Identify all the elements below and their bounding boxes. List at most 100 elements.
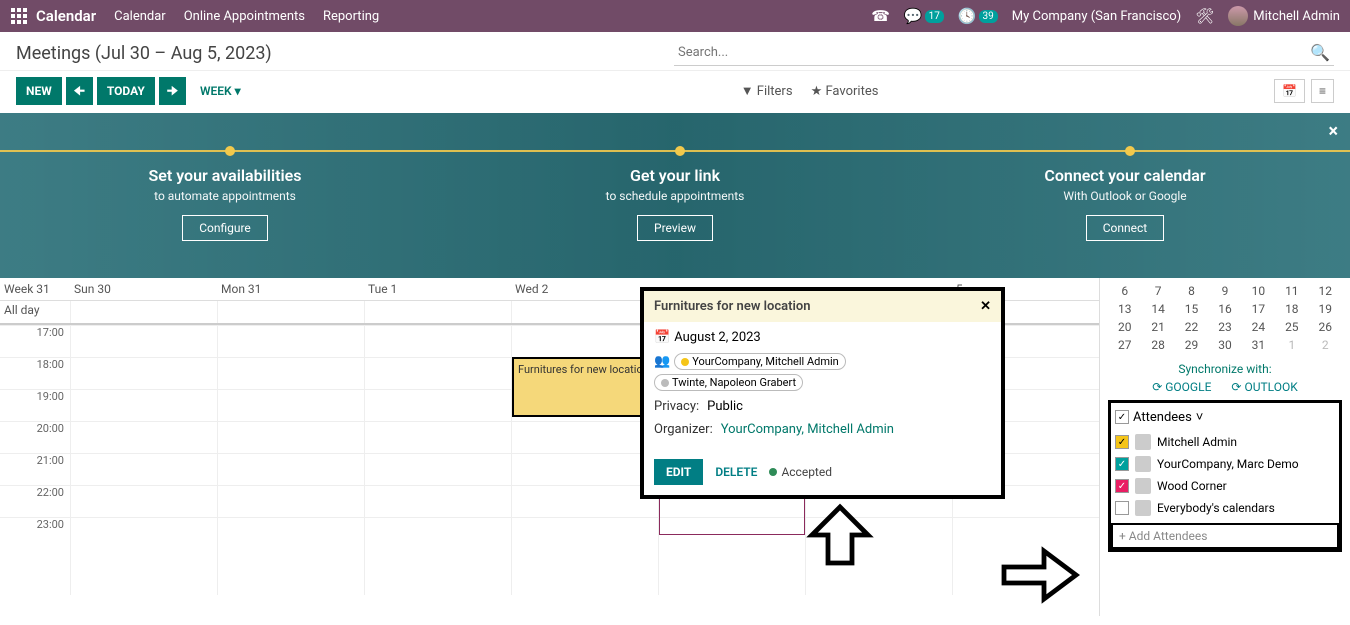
apps-icon[interactable]	[10, 7, 28, 25]
today-button[interactable]: TODAY	[97, 77, 155, 105]
avatar-icon	[1135, 478, 1151, 494]
attendee-row[interactable]: Everybody's calendars	[1115, 497, 1335, 519]
attendees-header[interactable]: ✓ Attendees ˅	[1115, 407, 1335, 431]
attendees-master-checkbox[interactable]: ✓	[1115, 410, 1129, 424]
close-icon[interactable]: ✕	[980, 299, 991, 314]
nav-calendar[interactable]: Calendar	[114, 9, 166, 24]
day-column[interactable]: Furnitures for new location	[511, 325, 658, 595]
nav-online-appointments[interactable]: Online Appointments	[184, 9, 305, 24]
attendee-row[interactable]: ✓ Wood Corner	[1115, 475, 1335, 497]
attendee-tag[interactable]: Twinte, Napoleon Grabert	[654, 374, 803, 391]
attendee-row[interactable]: ✓Mitchell Admin	[1115, 431, 1335, 453]
attendee-row[interactable]: ✓ YourCompany, Marc Demo	[1115, 453, 1335, 475]
view-dropdown[interactable]: WEEK ▾	[200, 84, 241, 98]
attendee-checkbox[interactable]: ✓	[1115, 479, 1129, 493]
user-name: Mitchell Admin	[1253, 9, 1340, 24]
user-avatar-icon	[1228, 6, 1248, 26]
preview-button[interactable]: Preview	[637, 215, 713, 241]
allday-cell[interactable]	[70, 301, 217, 323]
company-selector[interactable]: My Company (San Francisco)	[1012, 9, 1181, 24]
day-header[interactable]: Sun 30	[70, 278, 217, 300]
connect-button[interactable]: Connect	[1086, 215, 1164, 241]
day-header[interactable]: Tue 1	[364, 278, 511, 300]
mini-calendar[interactable]: 6789101112 13141516171819 20212223242526…	[1108, 282, 1342, 354]
day-column[interactable]	[364, 325, 511, 595]
annotation-arrow-right-icon	[1000, 540, 1080, 625]
step-dot-icon	[1125, 146, 1135, 156]
banner-sub: With Outlook or Google	[900, 189, 1350, 203]
attendee-checkbox[interactable]	[1115, 501, 1129, 515]
activity-icon[interactable]: 🕓39	[958, 7, 998, 25]
search-input[interactable]	[674, 40, 1334, 66]
side-panel: 6789101112 13141516171819 20212223242526…	[1100, 278, 1350, 616]
organizer-label: Organizer:	[654, 422, 713, 437]
next-button[interactable]: 🠊	[159, 77, 186, 105]
day-header[interactable]: Wed 2	[511, 278, 658, 300]
banner-sub: to schedule appointments	[450, 189, 900, 203]
calendar-view-icon[interactable]: 📅	[1274, 79, 1305, 103]
hour-labels: 17:00 18:00 19:00 20:00 21:00 22:00 23:0…	[0, 325, 70, 595]
favorites-button[interactable]: ★ Favorites	[811, 84, 879, 99]
chevron-down-icon: ˅	[1196, 409, 1204, 425]
attendee-name: YourCompany, Marc Demo	[1157, 457, 1299, 471]
popover-title: Furnitures for new location	[654, 299, 980, 314]
prev-button[interactable]: 🠈	[66, 77, 93, 105]
day-column[interactable]	[217, 325, 364, 595]
day-header[interactable]: Mon 31	[217, 278, 364, 300]
popover-organizer-row: Organizer: YourCompany, Mitchell Admin	[654, 422, 991, 437]
new-button[interactable]: NEW	[16, 77, 62, 105]
privacy-value: Public	[707, 399, 743, 414]
configure-button[interactable]: Configure	[182, 215, 268, 241]
status-badge[interactable]: Accepted	[769, 465, 832, 479]
edit-button[interactable]: EDIT	[654, 459, 703, 485]
allday-cell[interactable]	[511, 301, 658, 323]
avatar-icon	[1135, 434, 1151, 450]
app-brand: Calendar	[36, 7, 96, 25]
delete-button[interactable]: DELETE	[715, 465, 757, 479]
banner-col-connect: Connect your calendar With Outlook or Go…	[900, 113, 1350, 278]
user-menu[interactable]: Mitchell Admin	[1228, 6, 1340, 26]
event-popover: Furnitures for new location ✕ 📅 August 2…	[640, 287, 1005, 499]
toolbar: NEW 🠈 TODAY 🠊 WEEK ▾ ▼ Filters ★ Favorit…	[0, 71, 1350, 113]
onboarding-banner: × Set your availabilities to automate ap…	[0, 113, 1350, 278]
hour-label: 20:00	[0, 421, 70, 453]
sync-label: Synchronize with:	[1108, 362, 1342, 376]
support-icon[interactable]: ☎	[871, 7, 890, 25]
add-attendees-input[interactable]: + Add Attendees	[1111, 523, 1339, 549]
step-dot-icon	[225, 146, 235, 156]
messaging-icon[interactable]: 💬17	[904, 7, 944, 25]
attendee-name: Wood Corner	[1157, 479, 1227, 493]
search-icon[interactable]: 🔍	[1310, 43, 1330, 62]
nav-reporting[interactable]: Reporting	[323, 9, 379, 24]
hour-label: 19:00	[0, 389, 70, 421]
hour-label: 21:00	[0, 453, 70, 485]
attendee-checkbox[interactable]: ✓	[1115, 435, 1129, 449]
calendar-icon: 📅	[654, 330, 670, 345]
allday-cell[interactable]	[217, 301, 364, 323]
attendee-tag[interactable]: YourCompany, Mitchell Admin	[674, 353, 846, 370]
day-column[interactable]	[70, 325, 217, 595]
allday-label: All day	[0, 301, 70, 323]
popover-date-row: 📅 August 2, 2023	[654, 330, 991, 345]
sync-outlook-button[interactable]: ⟳ OUTLOOK	[1231, 380, 1297, 394]
popover-actions: EDIT DELETE Accepted	[644, 453, 1001, 495]
allday-cell[interactable]	[364, 301, 511, 323]
popover-privacy-row: Privacy: Public	[654, 399, 991, 414]
hour-label: 17:00	[0, 325, 70, 357]
avatar-icon	[1135, 456, 1151, 472]
event-chip[interactable]: Furnitures for new location	[512, 357, 656, 417]
attendees-panel: ✓ Attendees ˅ ✓Mitchell Admin ✓ YourCompa…	[1108, 400, 1342, 552]
hour-label: 22:00	[0, 485, 70, 517]
list-view-icon[interactable]: ≡	[1311, 79, 1334, 103]
week-label: Week 31	[0, 278, 70, 300]
annotation-arrow-up-icon	[800, 500, 880, 585]
attendee-checkbox[interactable]: ✓	[1115, 457, 1129, 471]
filters-button[interactable]: ▼ Filters	[741, 83, 793, 99]
banner-col-link: Get your link to schedule appointments P…	[450, 113, 900, 278]
popover-date: August 2, 2023	[674, 330, 761, 345]
sync-google-button[interactable]: ⟳ GOOGLE	[1152, 380, 1211, 394]
banner-title: Connect your calendar	[900, 166, 1350, 185]
hour-label: 23:00	[0, 517, 70, 549]
organizer-link[interactable]: YourCompany, Mitchell Admin	[721, 422, 894, 437]
debug-icon[interactable]: 🛠	[1195, 7, 1214, 25]
